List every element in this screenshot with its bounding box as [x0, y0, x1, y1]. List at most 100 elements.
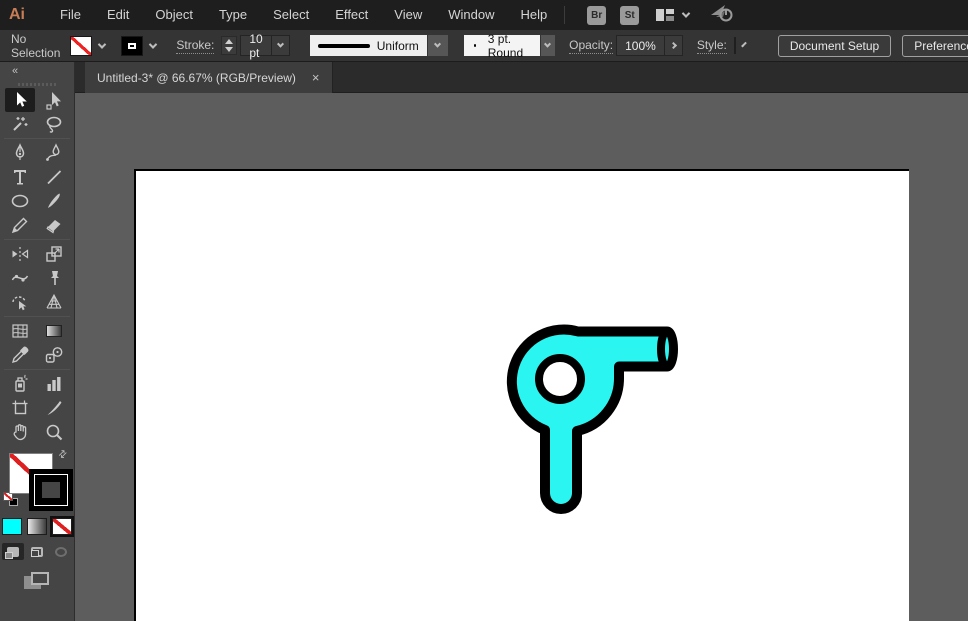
- toolbar-header: «: [0, 62, 74, 80]
- opacity-panel-link[interactable]: Opacity:: [569, 38, 613, 54]
- hair-dryer-body: [512, 330, 673, 509]
- slice-tool[interactable]: [39, 396, 69, 420]
- ellipse-tool[interactable]: [5, 189, 35, 213]
- stroke-black-swatch[interactable]: [121, 36, 143, 56]
- bridge-button[interactable]: Br: [587, 6, 606, 25]
- menu-help[interactable]: Help: [507, 0, 560, 30]
- menu-edit[interactable]: Edit: [94, 0, 142, 30]
- paintbrush-tool[interactable]: [39, 189, 69, 213]
- app-logo[interactable]: Ai: [9, 6, 25, 24]
- fill-none-swatch[interactable]: [70, 36, 92, 56]
- gradient-tool[interactable]: [39, 319, 69, 343]
- opacity-value[interactable]: 100%: [617, 39, 664, 53]
- draw-inside-button[interactable]: [50, 543, 72, 560]
- stock-button[interactable]: St: [620, 6, 639, 25]
- puppet-warp-tool[interactable]: [39, 266, 69, 290]
- stroke-color-control[interactable]: [121, 36, 162, 56]
- curvature-pen-icon: [44, 143, 64, 163]
- stepper-up-icon[interactable]: [225, 39, 233, 44]
- type-tool[interactable]: [5, 165, 35, 189]
- selection-tool[interactable]: [5, 88, 35, 112]
- stepper-down-icon[interactable]: [225, 47, 233, 52]
- magic-wand-icon: [10, 114, 30, 134]
- screen-mode-icon-front: [31, 572, 49, 585]
- menu-select[interactable]: Select: [260, 0, 322, 30]
- width-tool[interactable]: [5, 266, 35, 290]
- preferences-button[interactable]: Preferences: [902, 35, 968, 57]
- brush-chevron[interactable]: [541, 35, 556, 56]
- stroke-weight-stepper[interactable]: [221, 36, 237, 55]
- menu-effect[interactable]: Effect: [322, 0, 381, 30]
- stroke-panel-link[interactable]: Stroke:: [176, 38, 214, 54]
- curvature-tool[interactable]: [39, 141, 69, 165]
- chevron-down-icon: [682, 9, 690, 17]
- line-segment-tool[interactable]: [39, 165, 69, 189]
- menu-file[interactable]: File: [47, 0, 94, 30]
- shape-builder-tool[interactable]: [5, 290, 35, 314]
- canvas-area[interactable]: [75, 93, 968, 621]
- rotate-tool[interactable]: [5, 242, 35, 266]
- close-icon[interactable]: ×: [312, 71, 320, 84]
- shaper-tool[interactable]: [5, 213, 35, 237]
- pen-tool[interactable]: [5, 141, 35, 165]
- mesh-tool[interactable]: [5, 319, 35, 343]
- graphic-style-swatch[interactable]: [734, 37, 736, 54]
- screen-mode-button[interactable]: [24, 572, 50, 591]
- chevron-down-icon[interactable]: [149, 40, 157, 48]
- perspective-grid-tool[interactable]: [39, 290, 69, 314]
- menu-type[interactable]: Type: [206, 0, 260, 30]
- stroke-proxy-swatch[interactable]: [29, 469, 73, 511]
- direct-selection-tool[interactable]: [39, 88, 69, 112]
- scale-tool[interactable]: [39, 242, 69, 266]
- swap-fill-stroke-icon[interactable]: ⇄: [56, 448, 70, 462]
- stroke-weight-dropdown[interactable]: [271, 36, 289, 55]
- toolbar-divider: [4, 138, 70, 139]
- reflect-icon: [10, 244, 30, 264]
- default-fill-stroke-icon[interactable]: [3, 492, 18, 506]
- style-chevron[interactable]: [741, 41, 747, 47]
- brush-preview[interactable]: 3 pt. Round: [464, 35, 540, 56]
- zoom-tool[interactable]: [39, 420, 69, 444]
- chevron-down-icon[interactable]: [98, 40, 106, 48]
- magic-wand-tool[interactable]: [5, 112, 35, 136]
- artboard-tool[interactable]: [5, 396, 35, 420]
- menu-window[interactable]: Window: [435, 0, 507, 30]
- fill-color-control[interactable]: [70, 36, 111, 56]
- collapse-panel-icon[interactable]: «: [12, 65, 17, 77]
- column-graph-icon: [44, 374, 64, 394]
- workspace-layout-icon: [655, 7, 675, 23]
- brush-dropdown[interactable]: 3 pt. Round: [452, 35, 555, 56]
- draw-behind-button[interactable]: [26, 543, 48, 560]
- menu-view[interactable]: View: [381, 0, 435, 30]
- gradient-button[interactable]: [27, 518, 47, 535]
- workspace-switcher[interactable]: [655, 7, 689, 23]
- color-button[interactable]: [2, 518, 22, 535]
- lasso-tool[interactable]: [39, 112, 69, 136]
- none-button[interactable]: [52, 518, 72, 535]
- style-panel-link[interactable]: Style:: [697, 38, 727, 54]
- eraser-tool[interactable]: [39, 213, 69, 237]
- document-setup-button[interactable]: Document Setup: [778, 35, 891, 57]
- symbol-sprayer-tool[interactable]: [5, 372, 35, 396]
- stroke-weight-value[interactable]: 10 pt: [241, 32, 270, 60]
- hand-tool[interactable]: [5, 420, 35, 444]
- document-title[interactable]: Untitled-3* @ 66.67% (RGB/Preview): [97, 71, 296, 85]
- opacity-dropdown[interactable]: [664, 36, 682, 55]
- draw-normal-button[interactable]: [2, 543, 24, 560]
- document-tab[interactable]: Untitled-3* @ 66.67% (RGB/Preview) ×: [85, 62, 333, 93]
- toolbar-divider: [4, 239, 70, 240]
- blend-icon: [44, 345, 64, 365]
- menu-object[interactable]: Object: [142, 0, 206, 30]
- toolbar-grip[interactable]: [18, 83, 56, 86]
- stroke-weight-field[interactable]: 10 pt: [240, 35, 289, 56]
- blend-tool[interactable]: [39, 343, 69, 367]
- width-profile-dropdown[interactable]: Uniform: [310, 35, 448, 56]
- eyedropper-tool[interactable]: [5, 343, 35, 367]
- menu-bar: Ai File Edit Object Type Select Effect V…: [0, 0, 968, 30]
- column-graph-tool[interactable]: [39, 372, 69, 396]
- width-profile-preview[interactable]: Uniform: [310, 35, 427, 56]
- opacity-field[interactable]: 100%: [616, 35, 683, 56]
- mesh-icon: [10, 321, 30, 341]
- gpu-performance-icon[interactable]: [709, 3, 735, 28]
- width-profile-chevron[interactable]: [428, 35, 448, 56]
